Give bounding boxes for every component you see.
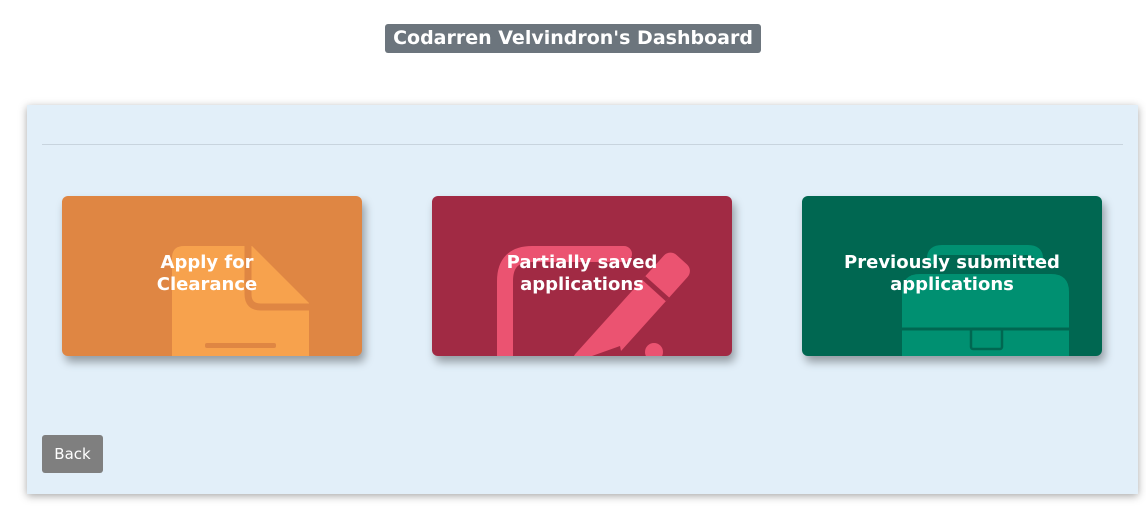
divider [42, 144, 1123, 145]
dashboard-panel: Apply for Clearance Partially saved appl… [27, 105, 1138, 494]
tile-label: Apply for Clearance [156, 252, 258, 295]
back-button[interactable]: Back [42, 435, 103, 473]
tile-label: Partially saved applications [506, 252, 658, 295]
previously-submitted-tile[interactable]: Previously submitted applications [802, 196, 1102, 356]
tile-label: Previously submitted applications [844, 252, 1060, 295]
partially-saved-tile[interactable]: Partially saved applications [432, 196, 732, 356]
page-title: Codarren Velvindron's Dashboard [385, 24, 761, 53]
page-header: Codarren Velvindron's Dashboard [0, 24, 1146, 53]
apply-clearance-tile[interactable]: Apply for Clearance [62, 196, 362, 356]
